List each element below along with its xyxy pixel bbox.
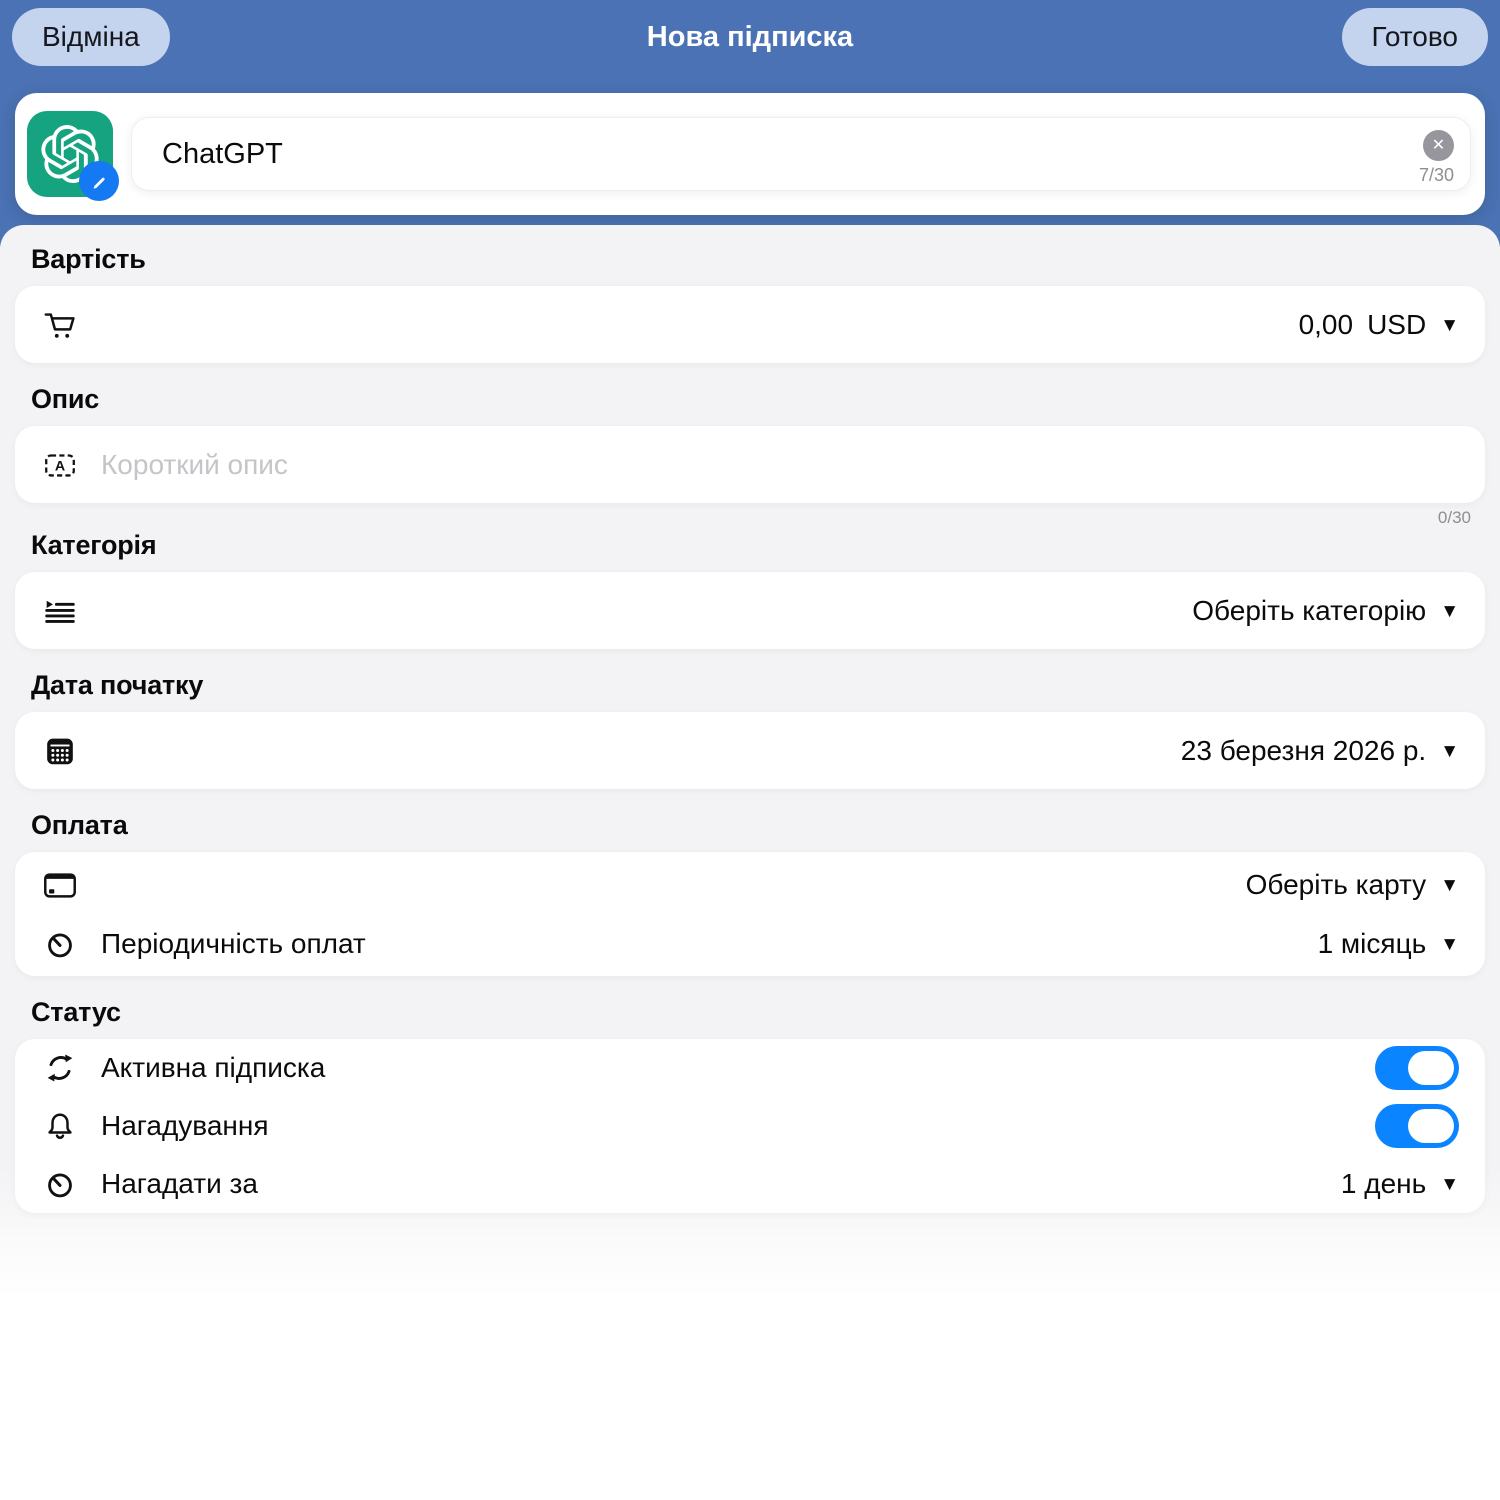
category-list-icon [41,592,79,630]
active-subscription-label: Активна підписка [101,1052,325,1084]
currency-value: USD [1367,309,1426,341]
description-input[interactable] [101,449,1459,481]
remind-before-label: Нагадати за [101,1168,258,1200]
card-selected: Оберіть карту [1246,869,1427,901]
bell-icon [41,1107,79,1145]
category-selected: Оберіть категорію [1192,595,1426,627]
chevron-down-icon: ▼ [1440,1174,1459,1196]
category-value[interactable]: Оберіть категорію ▼ [1192,595,1459,627]
payment-section-label: Оплата [31,809,1469,841]
clear-text-button[interactable]: ✕ [1423,130,1454,161]
reminder-row: Нагадування [41,1097,1459,1155]
cost-value[interactable]: 0,00 USD ▼ [1299,309,1459,341]
timer-icon [41,925,79,963]
payment-card-value[interactable]: Оберіть карту ▼ [1246,869,1459,901]
done-button[interactable]: Готово [1342,8,1488,66]
subscription-name-field: ✕ 7/30 [131,117,1471,191]
cost-card: 0,00 USD ▼ [15,286,1485,363]
description-row: A [41,426,1459,503]
toggle-knob [1408,1051,1454,1085]
remind-before-row[interactable]: Нагадати за 1 день ▼ [41,1155,1459,1213]
chevron-down-icon: ▼ [1440,601,1459,623]
new-subscription-screen: Відміна Нова підписка Готово ✕ 7/30 [0,0,1500,1500]
start-date-value[interactable]: 23 березня 2026 р. ▼ [1181,735,1459,767]
svg-text:A: A [55,458,65,474]
chevron-down-icon: ▼ [1440,934,1459,956]
active-subscription-row: Активна підписка [41,1039,1459,1097]
status-card: Активна підписка Нагадування [15,1039,1485,1213]
subscription-name-card: ✕ 7/30 [15,93,1485,215]
reminder-label: Нагадування [101,1110,269,1142]
payment-period-value[interactable]: 1 місяць ▼ [1318,928,1459,960]
edit-icon-badge[interactable] [79,161,119,201]
category-section-label: Категорія [31,529,1469,561]
description-section-label: Опис [31,383,1469,415]
reminder-toggle[interactable] [1375,1104,1459,1148]
payment-card: Оберіть карту ▼ Періодичність оплат 1 мі… [15,852,1485,976]
app-logo-button[interactable] [27,111,113,197]
remind-before-value[interactable]: 1 день ▼ [1341,1168,1459,1200]
active-subscription-toggle[interactable] [1375,1046,1459,1090]
amount-value: 0,00 [1299,309,1354,341]
cost-section-label: Вартість [31,243,1469,275]
payment-period-label: Періодичність оплат [101,928,366,960]
description-char-counter: 0/30 [15,508,1471,529]
category-row[interactable]: Оберіть категорію ▼ [41,572,1459,649]
cancel-button[interactable]: Відміна [12,8,170,66]
start-date-card: 23 березня 2026 р. ▼ [15,712,1485,789]
calendar-icon [41,732,79,770]
navigation-bar: Відміна Нова підписка Готово ✕ 7/30 [0,0,1500,247]
description-card: A [15,426,1485,503]
remind-before-selected: 1 день [1341,1168,1426,1200]
payment-card-row[interactable]: Оберіть карту ▼ [41,855,1459,914]
period-selected: 1 місяць [1318,928,1427,960]
chevron-down-icon: ▼ [1440,741,1459,763]
start-date-selected: 23 березня 2026 р. [1181,735,1426,767]
payment-period-row[interactable]: Періодичність оплат 1 місяць ▼ [41,914,1459,973]
chevron-down-icon: ▼ [1440,315,1459,337]
timer-icon [41,1165,79,1203]
pencil-icon [88,170,110,192]
toggle-knob [1408,1109,1454,1143]
subscription-name-input[interactable] [162,118,1099,190]
start-date-row[interactable]: 23 березня 2026 р. ▼ [41,712,1459,789]
credit-card-icon [41,866,79,904]
cost-row[interactable]: 0,00 USD ▼ [41,286,1459,363]
shopping-cart-icon [41,306,79,344]
status-section-label: Статус [31,996,1469,1028]
chevron-down-icon: ▼ [1440,875,1459,897]
text-format-icon: A [41,446,79,484]
name-char-counter: 7/30 [1419,165,1454,186]
category-card: Оберіть категорію ▼ [15,572,1485,649]
start-date-section-label: Дата початку [31,669,1469,701]
page-title: Нова підписка [0,21,1500,54]
refresh-cycle-icon [41,1049,79,1087]
form-sheet: Вартість 0,00 USD ▼ Опис [0,225,1500,1500]
